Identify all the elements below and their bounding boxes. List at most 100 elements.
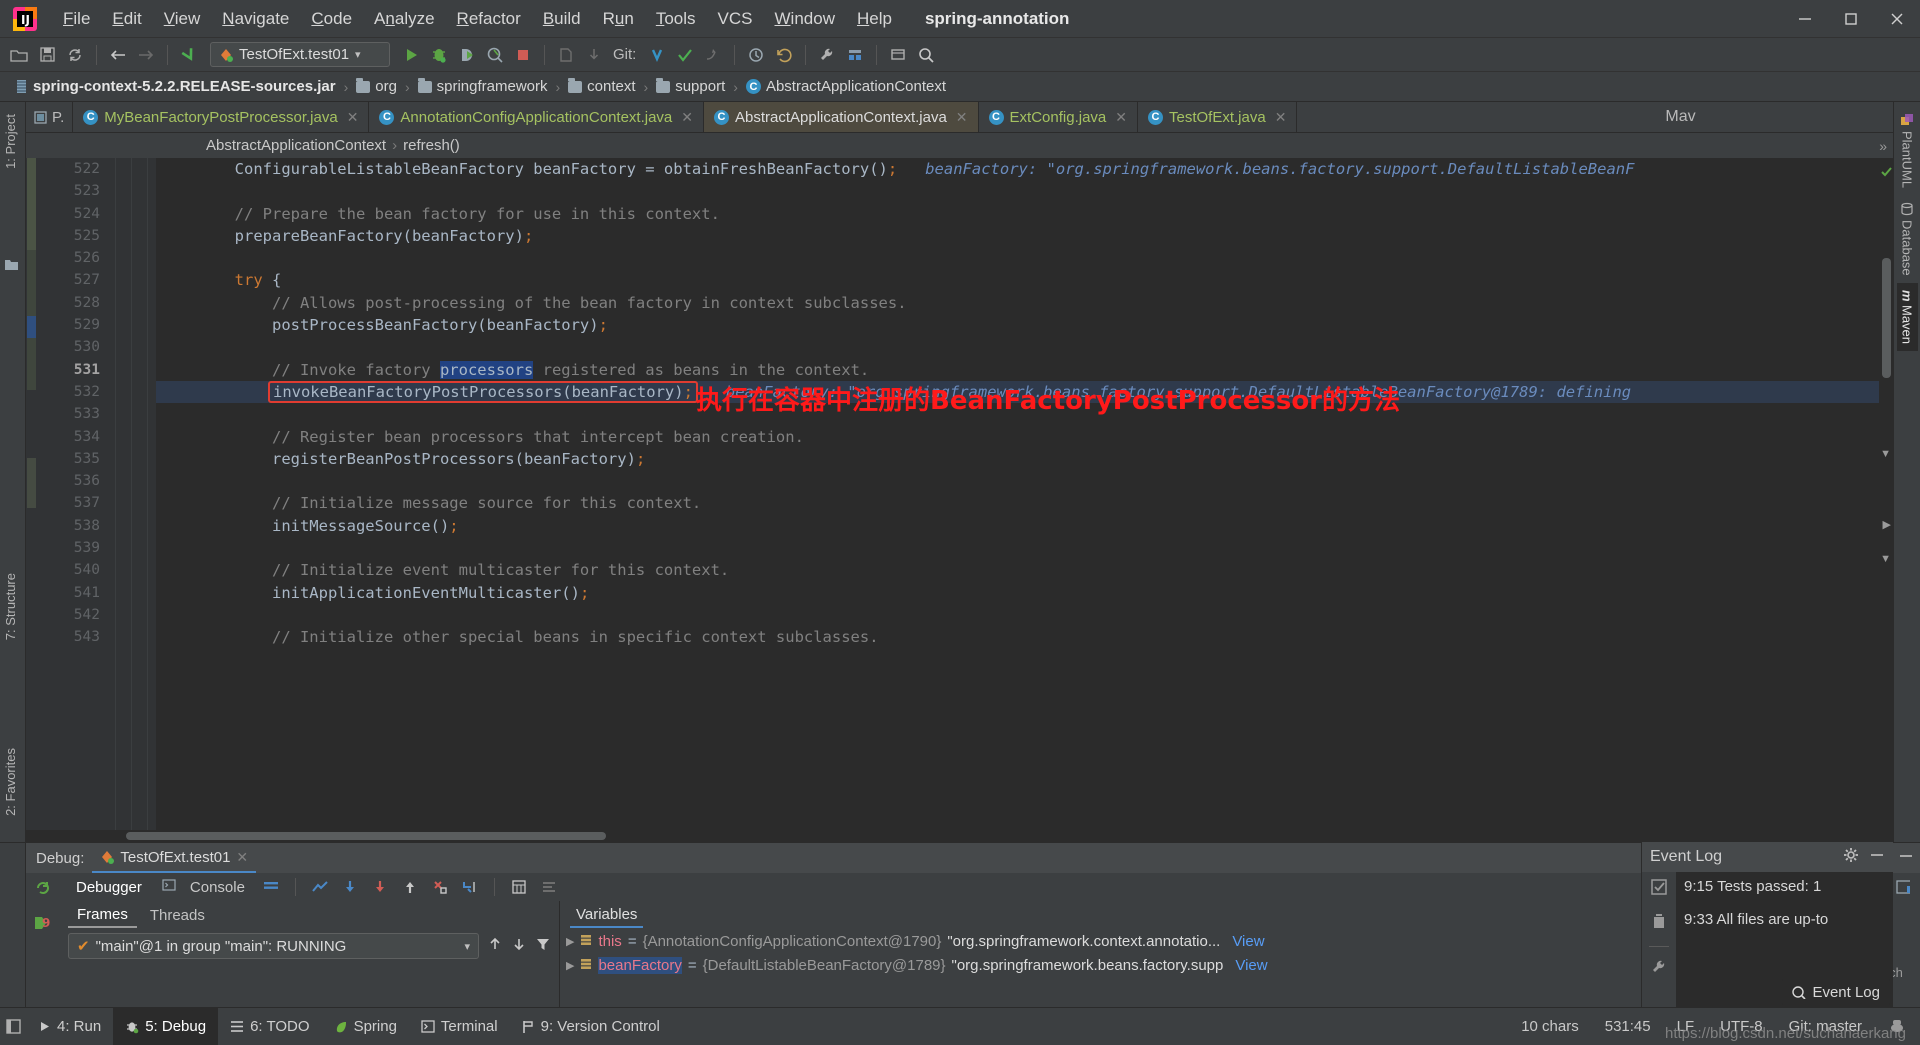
code-line[interactable]: // Initialize other special beans in spe…	[156, 626, 1893, 648]
menu-item-refactor[interactable]: Refactor	[446, 6, 532, 32]
menu-item-navigate[interactable]: Navigate	[211, 6, 300, 32]
tab-frames[interactable]: Frames	[68, 903, 137, 928]
search-everywhere-icon[interactable]	[913, 42, 939, 68]
code-line[interactable]: prepareBeanFactory(beanFactory);	[156, 225, 1893, 247]
code-line[interactable]	[156, 336, 1893, 358]
run-to-cursor-icon[interactable]	[458, 876, 482, 898]
event-log-toolbar[interactable]	[1642, 872, 1676, 1007]
step-over-icon[interactable]	[338, 876, 362, 898]
editor-tab-extconfig[interactable]: C ExtConfig.java ✕	[979, 102, 1138, 132]
sidebar-item-database[interactable]: Database	[1897, 195, 1918, 283]
breadcrumb-item-support[interactable]: support	[653, 77, 728, 96]
expand-arrow-icon[interactable]: ▶	[566, 935, 574, 948]
breadcrumb-item-springframework[interactable]: springframework	[415, 77, 551, 96]
left-tool-strip[interactable]: 1: Project 7: Structure 2: Favorites	[0, 102, 26, 842]
code-line[interactable]: initMessageSource();	[156, 515, 1893, 537]
scroll-down-marker2-icon[interactable]: ▼	[1880, 553, 1891, 565]
editor-breadcrumb[interactable]: AbstractApplicationContext › refresh() »	[26, 133, 1893, 158]
breadcrumb-method[interactable]: refresh()	[403, 137, 460, 154]
editor-tab-bar[interactable]: P. C MyBeanFactoryPostProcessor.java ✕ C…	[26, 102, 1893, 133]
code-line[interactable]	[156, 247, 1893, 269]
sidebar-item-maven[interactable]: m Maven	[1896, 282, 1918, 352]
menu-item-tools[interactable]: Tools	[645, 6, 707, 32]
debug-session-toolbar[interactable]: 9	[26, 873, 60, 1007]
editor-tab-mybeanfactorypostprocessor[interactable]: C MyBeanFactoryPostProcessor.java ✕	[73, 102, 370, 132]
menu-item-analyze[interactable]: Analyze	[363, 6, 446, 32]
debug-tool-window[interactable]: Debug: TestOfExt.test01 ✕ 9 Debugger Con…	[0, 842, 1920, 1007]
minimize-icon[interactable]	[1869, 847, 1885, 868]
window-controls[interactable]	[1782, 0, 1920, 38]
tab-variables[interactable]: Variables	[570, 903, 644, 928]
code-line[interactable]: initApplicationEventMulticaster();	[156, 582, 1893, 604]
menu-item-build[interactable]: Build	[532, 6, 592, 32]
stop-icon[interactable]	[510, 42, 536, 68]
project-structure-icon[interactable]	[842, 42, 868, 68]
code-line[interactable]: ConfigurableListableBeanFactory beanFact…	[156, 158, 1893, 180]
thread-selector[interactable]: ✔ "main"@1 in group "main": RUNNING ▾	[68, 933, 479, 959]
line-number-gutter[interactable]: 522 523 524 525 526 527 528 529 530 531 532 533 534 5…	[38, 158, 156, 830]
update-project-icon[interactable]	[581, 42, 607, 68]
expand-arrow-icon[interactable]: ▶	[566, 959, 574, 972]
debug-icon[interactable]	[426, 42, 452, 68]
scroll-right-marker-icon[interactable]: ▶	[1883, 518, 1891, 531]
maximize-button[interactable]	[1828, 0, 1874, 38]
debug-header[interactable]: Debug: TestOfExt.test01 ✕	[26, 843, 1920, 873]
code-line[interactable]	[156, 470, 1893, 492]
mark-read-icon[interactable]	[1650, 878, 1668, 901]
up-arrow-icon[interactable]	[487, 936, 503, 957]
sync-icon[interactable]	[62, 42, 88, 68]
show-execution-point-icon[interactable]	[308, 876, 332, 898]
code-line[interactable]: // Initialize event multicaster for this…	[156, 559, 1893, 581]
open-folder-icon[interactable]	[6, 42, 32, 68]
breadcrumb-item-org[interactable]: org	[353, 77, 400, 96]
minimize-button[interactable]	[1782, 0, 1828, 38]
debug-session-tab[interactable]: TestOfExt.test01 ✕	[92, 843, 257, 873]
breadcrumb-item-class[interactable]: C AbstractApplicationContext	[743, 77, 949, 96]
toggle-tool-windows-icon[interactable]	[0, 1019, 26, 1034]
view-link[interactable]: View	[1235, 957, 1267, 974]
close-button[interactable]	[1874, 0, 1920, 38]
code-line[interactable]: try {	[156, 269, 1893, 291]
trash-icon[interactable]	[1651, 912, 1667, 935]
breadcrumb-item-context[interactable]: context	[565, 77, 638, 96]
frames-tab-bar[interactable]: Frames Threads	[60, 901, 559, 929]
drop-frame-icon[interactable]	[428, 876, 452, 898]
close-icon[interactable]: ✕	[956, 109, 968, 126]
code-line[interactable]	[156, 180, 1893, 202]
project-files-icon[interactable]	[4, 257, 19, 276]
tab-threads[interactable]: Threads	[141, 904, 214, 927]
history-icon[interactable]	[743, 42, 769, 68]
close-icon[interactable]: ✕	[347, 109, 359, 126]
settings-list-icon[interactable]	[537, 876, 561, 898]
code-line[interactable]: postProcessBeanFactory(beanFactory);	[156, 314, 1893, 336]
menu-item-code[interactable]: Code	[300, 6, 363, 32]
scrollbar-thumb[interactable]	[1882, 258, 1891, 378]
code-editor[interactable]: 522 523 524 525 526 527 528 529 530 531 532 533 534 5…	[26, 158, 1893, 830]
menu-item-view[interactable]: View	[153, 6, 212, 32]
sidebar-item-favorites[interactable]: 2: Favorites	[3, 742, 18, 822]
debug-left-strip[interactable]	[0, 843, 26, 1007]
rerun-icon[interactable]	[34, 879, 52, 902]
main-menu[interactable]: File Edit View Navigate Code Analyze Ref…	[52, 6, 903, 32]
code-line[interactable]: // Invoke factory processors registered …	[156, 359, 1893, 381]
status-bar[interactable]: 4: Run 5: Debug 6: TODO Spring Terminal …	[0, 1007, 1920, 1045]
right-tool-strip[interactable]: PlantUML Database m Maven	[1893, 102, 1920, 842]
project-panel-tab[interactable]: P.	[26, 102, 74, 132]
profile-icon[interactable]	[482, 42, 508, 68]
build-icon[interactable]	[553, 42, 579, 68]
status-tool-todo[interactable]: 6: TODO	[218, 1008, 321, 1045]
breadcrumb-class[interactable]: AbstractApplicationContext	[206, 137, 386, 154]
status-tool-debug[interactable]: 5: Debug	[113, 1008, 219, 1045]
chevron-down-icon[interactable]: ▾	[464, 940, 470, 953]
scroll-down-marker-icon[interactable]: ▼	[1880, 448, 1891, 460]
code-line[interactable]: // Allows post-processing of the bean fa…	[156, 292, 1893, 314]
code-line[interactable]: // Initialize message source for this co…	[156, 492, 1893, 514]
editor-tab-abstractapplicationcontext[interactable]: C AbstractApplicationContext.java ✕	[704, 102, 979, 132]
status-tool-run[interactable]: 4: Run	[26, 1008, 113, 1045]
h-scrollbar-thumb[interactable]	[126, 832, 606, 840]
step-into-icon[interactable]	[368, 876, 392, 898]
rollback-icon[interactable]	[771, 42, 797, 68]
run-coverage-icon[interactable]	[454, 42, 480, 68]
variables-list[interactable]: ▶ this = {AnnotationConfigApplicationCon…	[560, 929, 1810, 1007]
menu-item-window[interactable]: Window	[764, 6, 846, 32]
